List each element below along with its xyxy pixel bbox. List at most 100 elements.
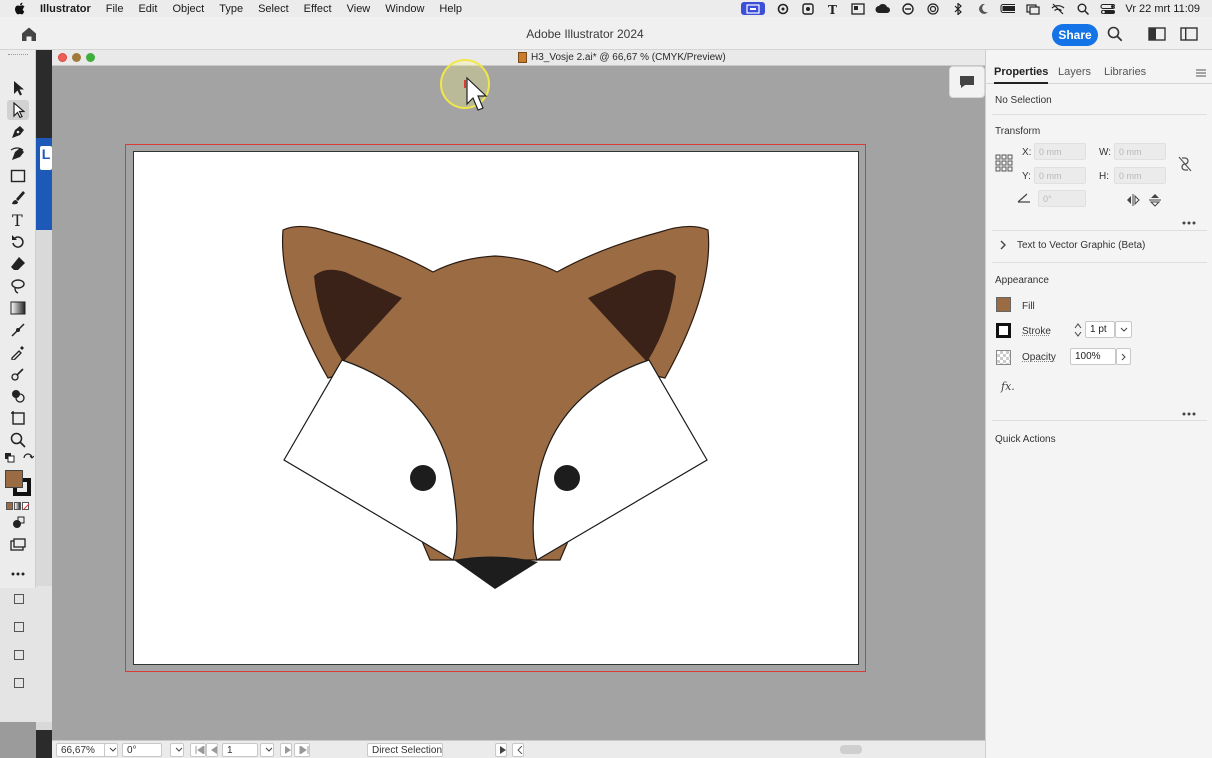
curvature-pen-icon	[10, 147, 24, 160]
stroke-weight-stepper-icon[interactable]	[1073, 322, 1083, 341]
panel-divider	[992, 420, 1207, 421]
more-tools-icon	[11, 572, 25, 576]
puppet-warp-icon	[11, 368, 24, 381]
paintbrush-tool[interactable]	[7, 188, 29, 208]
rotation-field[interactable]: 0°	[122, 743, 162, 757]
panel-divider	[992, 230, 1207, 231]
edit-toolbar-button[interactable]	[7, 564, 29, 584]
fill-color-swatch[interactable]	[5, 470, 23, 488]
draw-mode-tool[interactable]	[7, 513, 29, 533]
color-mode-buttons[interactable]	[6, 502, 30, 510]
chevron-right-icon	[1121, 353, 1126, 360]
panel-divider	[992, 262, 1207, 263]
previous-artboard-icon[interactable]	[206, 743, 218, 757]
rectangle-icon	[10, 169, 26, 183]
next-artboard-icon[interactable]	[280, 743, 292, 757]
screen-mode-tool[interactable]	[7, 535, 29, 555]
shape-builder-icon	[12, 390, 25, 403]
panel-divider	[992, 114, 1207, 115]
opacity-label[interactable]: Opacity	[1022, 352, 1056, 363]
direct-selection-arrow-icon	[13, 102, 25, 118]
stroke-weight-input[interactable]: 1 pt	[1085, 321, 1115, 338]
swap-colors-icon[interactable]	[22, 452, 35, 464]
tab-layers[interactable]: Layers	[1058, 66, 1091, 78]
gradient-tool[interactable]	[7, 298, 29, 318]
draw-mode-icon	[13, 516, 25, 528]
direct-selection-tool[interactable]	[7, 100, 29, 120]
type-tool[interactable]: T	[7, 210, 29, 230]
artboard-number-field[interactable]: 1	[222, 743, 258, 757]
rectangle-tool[interactable]	[7, 166, 29, 186]
comment-icon	[960, 76, 974, 88]
pen-tool[interactable]	[7, 122, 29, 142]
fox-nose	[454, 556, 538, 589]
effects-fx-icon[interactable]: fx.	[1001, 380, 1015, 393]
opacity-slider-button[interactable]	[1116, 348, 1131, 365]
comments-button[interactable]	[949, 66, 985, 98]
eraser-tool[interactable]	[7, 254, 29, 274]
panel-tabs: Properties Layers Libraries	[986, 62, 1212, 84]
selection-state-label: No Selection	[995, 95, 1052, 106]
zoom-tool[interactable]	[7, 430, 29, 450]
x-input[interactable]: 0 mm	[1034, 143, 1086, 160]
lasso-tool[interactable]	[7, 276, 29, 296]
artboard-number-value: 1	[227, 744, 233, 756]
curvature-tool[interactable]	[7, 144, 29, 164]
zoom-icon	[10, 432, 26, 448]
selection-tool[interactable]	[7, 78, 29, 98]
constrain-proportions-icon[interactable]	[1178, 156, 1192, 175]
pen-icon	[12, 126, 24, 138]
fill-label: Fill	[1022, 301, 1035, 312]
opacity-icon	[996, 350, 1011, 365]
appearance-stroke-swatch[interactable]	[996, 323, 1011, 338]
zoom-dropdown-icon[interactable]	[104, 743, 118, 757]
shape-builder-tool[interactable]	[7, 386, 29, 406]
panel-menu-icon[interactable]	[1196, 68, 1206, 80]
appearance-fill-swatch[interactable]	[996, 297, 1011, 312]
toolbar-grip[interactable]	[8, 54, 28, 57]
y-label: Y:	[1022, 171, 1031, 182]
current-tool-label: Direct Selection	[367, 743, 444, 757]
rotate-tool[interactable]	[7, 232, 29, 252]
transform-more-options-icon[interactable]	[1182, 216, 1196, 228]
eraser-icon	[11, 257, 25, 270]
w-input[interactable]: 0 mm	[1114, 143, 1166, 160]
status-menu-arrow-icon[interactable]	[495, 743, 507, 757]
angle-input[interactable]: 0°	[1038, 190, 1086, 207]
flip-vertical-icon[interactable]	[1149, 193, 1161, 210]
artboard-dropdown-icon[interactable]	[260, 743, 274, 757]
y-input[interactable]: 0 mm	[1034, 167, 1086, 184]
reference-point-icon[interactable]	[995, 154, 1013, 172]
tab-libraries[interactable]: Libraries	[1104, 66, 1146, 78]
eyedropper-tool[interactable]	[7, 342, 29, 362]
mesh-tool[interactable]	[7, 320, 29, 340]
last-artboard-icon[interactable]	[294, 743, 310, 757]
type-icon: T	[12, 212, 23, 228]
artboard-tool[interactable]	[7, 408, 29, 428]
h-input[interactable]: 0 mm	[1114, 167, 1166, 184]
quick-actions-section-title: Quick Actions	[995, 434, 1056, 445]
horizontal-scrollbar-thumb[interactable]	[840, 745, 862, 754]
text-to-vector-graphic-section[interactable]: Text to Vector Graphic (Beta)	[1017, 240, 1145, 251]
screen-mode-icon	[10, 538, 26, 551]
default-colors-icon[interactable]	[4, 452, 16, 464]
first-artboard-icon[interactable]	[190, 743, 206, 757]
opacity-input[interactable]: 100%	[1070, 348, 1116, 365]
eyedropper-icon	[11, 346, 24, 360]
tab-properties[interactable]: Properties	[994, 66, 1049, 84]
transform-section-title: Transform	[995, 126, 1041, 137]
stroke-label[interactable]: Stroke	[1022, 326, 1051, 337]
chevron-right-icon[interactable]	[999, 240, 1007, 253]
stroke-weight-dropdown[interactable]	[1115, 321, 1132, 338]
lasso-icon	[11, 279, 25, 294]
properties-panel: Properties Layers Libraries No Selection…	[985, 50, 1212, 758]
scroll-left-icon[interactable]	[512, 743, 524, 757]
zoom-level-value: 66,67%	[61, 744, 95, 756]
h-label: H:	[1099, 171, 1109, 182]
rotation-dropdown-icon[interactable]	[170, 743, 184, 757]
artboard-icon	[11, 411, 25, 425]
flip-horizontal-icon[interactable]	[1126, 194, 1140, 209]
blend-tool[interactable]	[7, 364, 29, 384]
appearance-more-options-icon[interactable]	[1182, 407, 1196, 419]
svg-text:T: T	[12, 212, 23, 228]
